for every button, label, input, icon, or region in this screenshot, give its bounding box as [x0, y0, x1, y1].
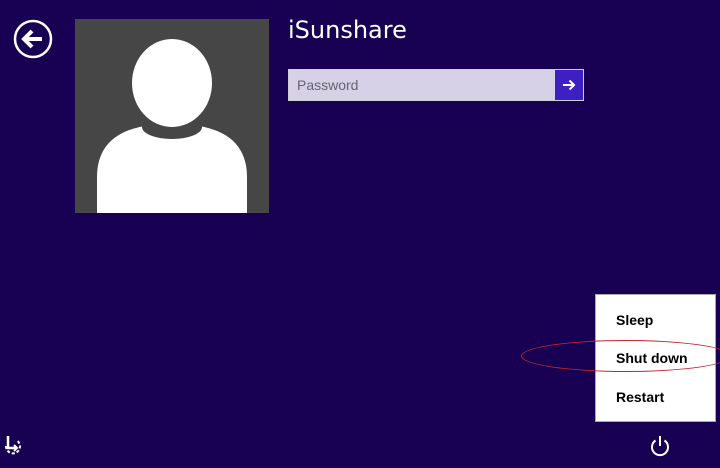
back-arrow-icon — [13, 19, 53, 59]
user-silhouette-icon — [97, 39, 247, 213]
user-avatar — [75, 19, 269, 213]
arrow-right-icon — [563, 79, 576, 91]
menu-item-restart[interactable]: Restart — [616, 388, 664, 406]
ease-of-access-button[interactable] — [0, 433, 22, 457]
user-name: iSunshare — [288, 16, 407, 44]
menu-item-shut-down[interactable]: Shut down — [616, 349, 688, 367]
password-box — [288, 69, 584, 101]
submit-button[interactable] — [555, 70, 583, 100]
power-icon — [651, 436, 669, 457]
back-button[interactable] — [13, 19, 53, 59]
ease-of-access-icon — [4, 436, 21, 455]
menu-item-sleep[interactable]: Sleep — [616, 311, 653, 329]
password-input[interactable] — [289, 70, 555, 100]
power-menu: Sleep Shut down Restart — [595, 294, 716, 422]
power-button[interactable] — [648, 434, 672, 458]
